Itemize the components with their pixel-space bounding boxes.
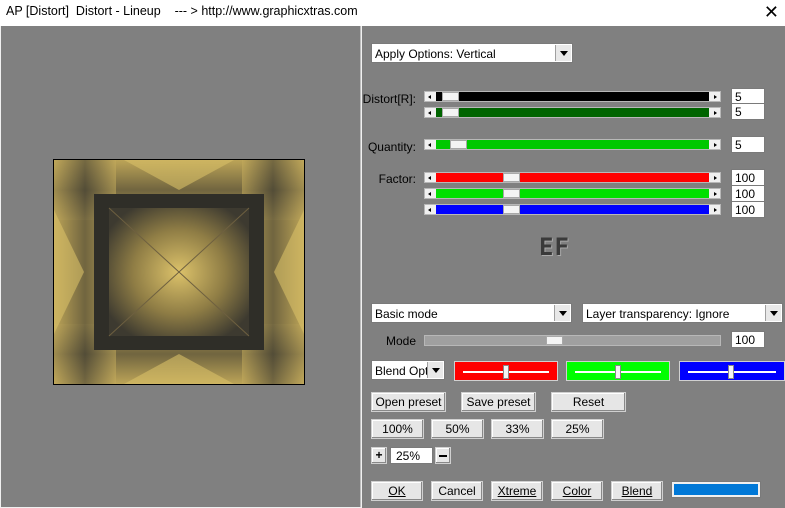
factor-slider-green[interactable] [424, 188, 721, 199]
zoom-100-button[interactable]: 100% [371, 419, 424, 439]
factor-value-blue[interactable]: 100 [731, 201, 765, 218]
zoom-minus-button[interactable] [435, 447, 451, 464]
zoom-plus-button[interactable]: + [371, 447, 387, 464]
control-panel: Apply Options: Vertical Distort[R]: 5 5 … [362, 26, 785, 508]
slider-track[interactable] [436, 173, 709, 182]
arrow-right-icon[interactable] [709, 108, 720, 117]
arrow-left-icon[interactable] [425, 108, 436, 117]
chevron-down-icon[interactable] [427, 362, 443, 378]
ok-label: OK [388, 484, 406, 498]
preview-image [53, 159, 305, 385]
slider-track[interactable] [436, 92, 709, 101]
blend-label: Blend [621, 484, 653, 498]
distort-slider-2[interactable] [424, 107, 721, 118]
layer-transparency-select[interactable]: Layer transparency: Ignore [582, 303, 783, 323]
mode-label: Mode [385, 334, 416, 348]
apply-options-value: Apply Options: Vertical [375, 47, 496, 61]
arrow-left-icon[interactable] [425, 140, 436, 149]
mode-select-value: Basic mode [375, 307, 438, 321]
window-title: AP [Distort] Distort - Lineup --- > http… [6, 4, 358, 18]
ok-button[interactable]: OK [371, 481, 423, 501]
color-label: Color [562, 484, 592, 498]
blend-options-select[interactable]: Blend Optio [371, 360, 445, 380]
distort-slider-1[interactable] [424, 91, 721, 102]
zoom-field[interactable]: 25% [390, 447, 433, 464]
chevron-down-icon[interactable] [554, 305, 570, 321]
chevron-down-icon[interactable] [555, 45, 571, 61]
arrow-left-icon[interactable] [425, 92, 436, 101]
slider-thumb[interactable] [442, 108, 459, 117]
quantity-label: Quantity: [367, 140, 416, 154]
open-preset-button[interactable]: Open preset [371, 392, 446, 412]
green-channel-slider[interactable] [566, 361, 670, 381]
blue-channel-slider[interactable] [679, 361, 785, 381]
arrow-right-icon[interactable] [709, 140, 720, 149]
slider-knob[interactable] [728, 365, 734, 379]
factor-value-red[interactable]: 100 [731, 169, 765, 186]
factor-slider-red[interactable] [424, 172, 721, 183]
zoom-25-button[interactable]: 25% [551, 419, 604, 439]
quantity-slider[interactable] [424, 139, 721, 150]
slider-thumb[interactable] [450, 140, 467, 149]
factor-slider-blue[interactable] [424, 204, 721, 215]
mode-slider[interactable] [424, 335, 721, 346]
slider-knob[interactable] [615, 365, 621, 379]
blend-options-value: Blend Optio [375, 364, 429, 378]
preview-pattern [54, 160, 304, 384]
slider-thumb[interactable] [503, 173, 520, 182]
arrow-right-icon[interactable] [709, 92, 720, 101]
blend-color-swatch[interactable] [671, 481, 761, 498]
distort-value-2[interactable]: 5 [731, 103, 765, 120]
mode-value[interactable]: 100 [731, 331, 765, 348]
title-bar: AP [Distort] Distort - Lineup --- > http… [0, 0, 785, 26]
quantity-value[interactable]: 5 [731, 136, 765, 153]
zoom-50-button[interactable]: 50% [431, 419, 484, 439]
arrow-right-icon[interactable] [709, 189, 720, 198]
slider-knob[interactable] [503, 365, 509, 379]
arrow-left-icon[interactable] [425, 189, 436, 198]
blend-color-fill [674, 484, 758, 495]
arrow-right-icon[interactable] [709, 173, 720, 182]
slider-track[interactable] [436, 108, 709, 117]
slider-thumb[interactable] [442, 92, 459, 101]
slider-thumb[interactable] [503, 189, 520, 198]
arrow-left-icon[interactable] [425, 173, 436, 182]
factor-value-green[interactable]: 100 [731, 185, 765, 202]
chevron-down-icon[interactable] [765, 305, 781, 321]
slider-thumb[interactable] [546, 336, 563, 345]
layer-transparency-value: Layer transparency: Ignore [586, 307, 730, 321]
xtreme-button[interactable]: Xtreme [491, 481, 543, 501]
arrow-right-icon[interactable] [709, 205, 720, 214]
reset-button[interactable]: Reset [551, 392, 626, 412]
apply-options-select[interactable]: Apply Options: Vertical [371, 43, 573, 63]
slider-thumb[interactable] [503, 205, 520, 214]
slider-track[interactable] [436, 205, 709, 214]
zoom-33-button[interactable]: 33% [491, 419, 544, 439]
arrow-left-icon[interactable] [425, 205, 436, 214]
factor-label: Factor: [378, 172, 416, 186]
ef-logo: EF [539, 233, 570, 261]
preview-pane [1, 26, 361, 507]
red-channel-slider[interactable] [454, 361, 558, 381]
distort-label: Distort[R]: [362, 92, 416, 106]
minus-icon [439, 455, 447, 457]
save-preset-button[interactable]: Save preset [461, 392, 536, 412]
color-button[interactable]: Color [551, 481, 603, 501]
close-icon[interactable]: ✕ [764, 1, 779, 23]
slider-track[interactable] [436, 140, 709, 149]
slider-track[interactable] [436, 189, 709, 198]
mode-select[interactable]: Basic mode [371, 303, 572, 323]
xtreme-label: Xtreme [497, 484, 537, 498]
blend-button[interactable]: Blend [611, 481, 663, 501]
cancel-button[interactable]: Cancel [431, 481, 483, 501]
